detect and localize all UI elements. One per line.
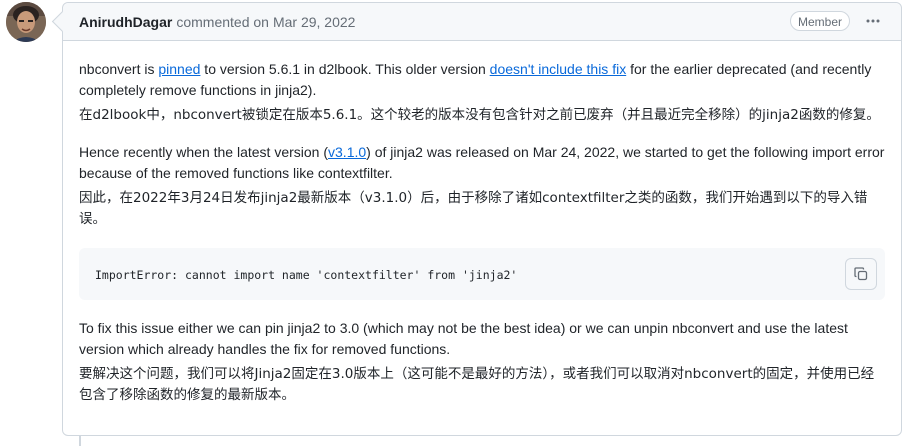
paragraph-1-translation: 在d2lbook中，nbconvert被锁定在版本5.6.1。这个较老的版本没有…	[79, 107, 880, 123]
avatar-image	[6, 2, 46, 42]
paragraph-3-translation: 要解决这个问题，我们可以将Jinja2固定在3.0版本上（这可能不是最好的方法）…	[79, 366, 875, 403]
comment-action: commented on	[176, 13, 269, 30]
avatar[interactable]	[6, 2, 46, 42]
author-link[interactable]: AnirudhDagar	[79, 14, 172, 30]
code-text[interactable]: ImportError: cannot import name 'context…	[95, 265, 517, 286]
comment-header: AnirudhDagar commented on Mar 29, 2022 M…	[63, 3, 901, 41]
kebab-horizontal-icon	[866, 19, 880, 23]
member-badge: Member	[790, 11, 851, 31]
comment-box: AnirudhDagar commented on Mar 29, 2022 M…	[62, 2, 902, 436]
timeline-line	[79, 436, 81, 446]
paragraph-3: To fix this issue either we can pin jinj…	[79, 320, 848, 357]
p1-text-1: nbconvert is	[79, 61, 159, 77]
fix-link[interactable]: doesn't include this fix	[490, 61, 627, 77]
pinned-link[interactable]: pinned	[158, 61, 200, 77]
paragraph-2-translation: 因此，在2022年3月24日发布jinja2最新版本（v3.1.0）后，由于移除…	[79, 190, 868, 227]
p1-text-2: to version 5.6.1 in d2lbook. This older …	[200, 61, 490, 77]
comment-date[interactable]: Mar 29, 2022	[273, 14, 356, 30]
paragraph-2: Hence recently when the latest version (…	[79, 142, 885, 184]
comment-options-button[interactable]	[863, 13, 883, 29]
p2-text-1: Hence recently when the latest version (	[79, 144, 329, 160]
code-block: ImportError: cannot import name 'context…	[79, 248, 885, 300]
copy-icon	[854, 267, 868, 281]
paragraph-1: nbconvert is pinned to version 5.6.1 in …	[79, 59, 885, 101]
comment-body: nbconvert is pinned to version 5.6.1 in …	[79, 59, 885, 403]
copy-button[interactable]	[845, 258, 877, 290]
version-link[interactable]: v3.1.0	[328, 144, 366, 160]
